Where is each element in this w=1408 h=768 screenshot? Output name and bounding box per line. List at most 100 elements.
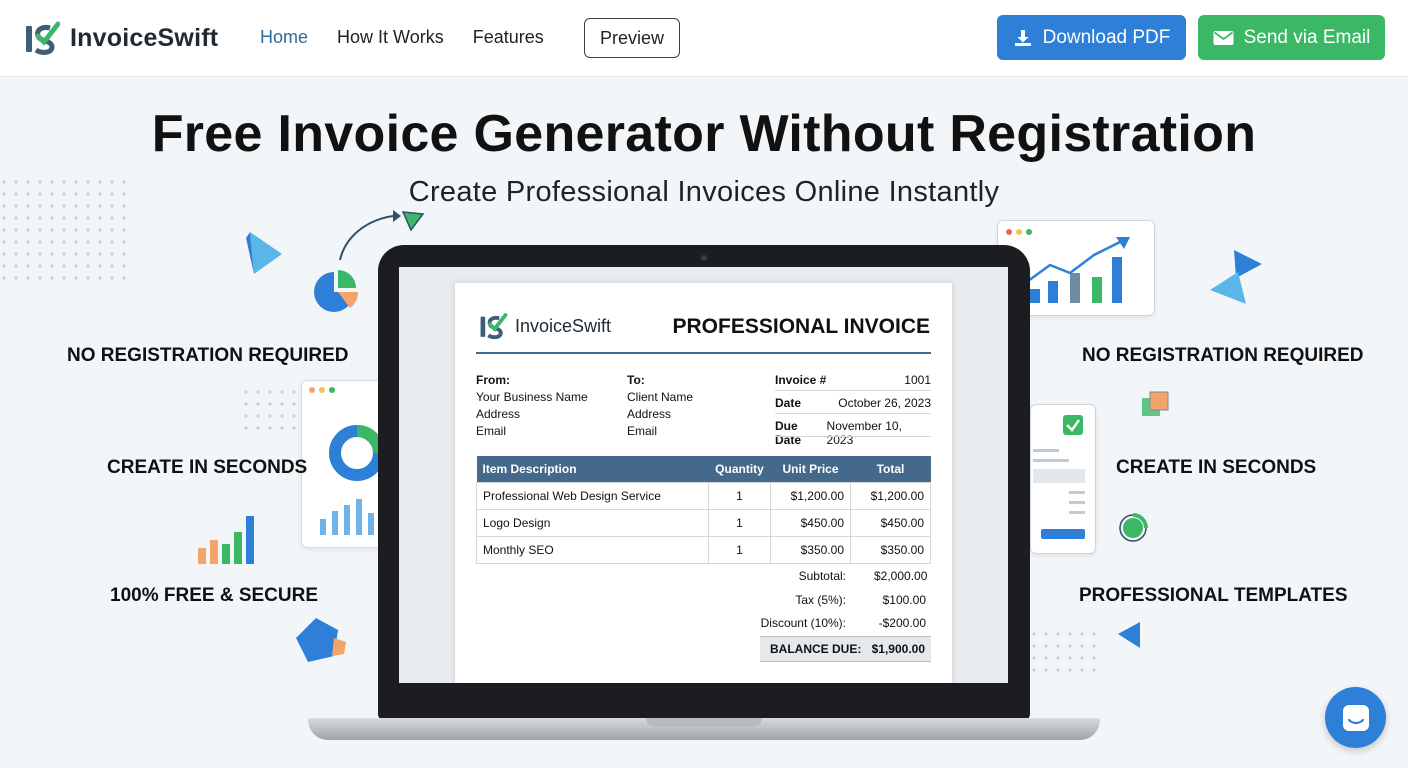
pie-chart-icon: [314, 270, 358, 312]
download-icon: [1014, 29, 1031, 46]
from-label: From:: [476, 373, 510, 387]
from-line: Email: [476, 424, 507, 438]
table-header-row: Item Description Quantity Unit Price Tot…: [476, 456, 931, 482]
decorative-triangle-icon: [1210, 250, 1262, 304]
bar-chart-icon: [198, 516, 254, 564]
total-value: $100.00: [882, 593, 926, 607]
send-email-button[interactable]: Send via Email: [1198, 15, 1385, 60]
feature-no-registration-right: NO REGISTRATION REQUIRED: [1082, 345, 1364, 366]
meta-divider: [775, 390, 931, 391]
invoice-header-rule: [476, 352, 931, 354]
invoice-logo: InvoiceSwift: [478, 312, 611, 340]
to-label: To:: [627, 373, 645, 387]
checklist-icon: [1033, 415, 1085, 539]
nav-features[interactable]: Features: [473, 27, 544, 48]
total-value: -$200.00: [878, 616, 926, 630]
feature-no-registration-left: NO REGISTRATION REQUIRED: [67, 345, 349, 366]
item-quantity: 1: [708, 481, 771, 510]
from-line: Your Business Name: [476, 390, 588, 404]
total-value: $2,000.00: [874, 569, 928, 583]
hero-subtitle: Create Professional Invoices Online Inst…: [408, 176, 1000, 208]
hero-title: Free Invoice Generator Without Registrat…: [151, 105, 1257, 163]
invoice-items-table: Item Description Quantity Unit Price Tot…: [476, 456, 931, 564]
balance-label: BALANCE DUE:: [770, 642, 862, 656]
to-line: Email: [627, 424, 658, 438]
total-label: Tax (5%):: [795, 593, 846, 607]
nav-how-it-works[interactable]: How It Works: [337, 27, 444, 48]
brand-name: InvoiceSwift: [70, 23, 219, 52]
meta-label: Date: [775, 396, 802, 410]
invoice-number-row: Invoice # 1001: [775, 373, 931, 387]
meta-value: 1001: [904, 373, 931, 387]
overlapping-squares-icon: [1142, 391, 1169, 416]
column-header: Unit Price: [770, 456, 851, 482]
nav-home[interactable]: Home: [260, 27, 308, 48]
chat-icon: [1342, 704, 1369, 731]
from-line: Address: [476, 407, 521, 421]
tax-row: Tax (5%): $100.00: [700, 593, 926, 607]
item-unit-price: $450.00: [770, 508, 851, 537]
meta-value: October 26, 2023: [838, 396, 931, 410]
item-total: $450.00: [850, 508, 931, 537]
meta-label: Invoice #: [775, 373, 827, 387]
decorative-dot-grid: [1030, 630, 1100, 680]
brand-logo[interactable]: InvoiceSwift: [24, 20, 218, 56]
item-quantity: 1: [708, 508, 771, 537]
to-line: Address: [627, 407, 672, 421]
column-header: Total: [850, 456, 931, 482]
envelope-icon: [1213, 30, 1234, 45]
invoiceswift-logo-icon: [480, 313, 508, 340]
download-pdf-label: Download PDF: [1042, 26, 1171, 48]
item-description: Professional Web Design Service: [476, 481, 709, 510]
item-total: $350.00: [850, 535, 931, 564]
feature-professional-templates: PROFESSIONAL TEMPLATES: [1079, 585, 1348, 606]
invoice-date-row: Date October 26, 2023: [775, 396, 931, 410]
feature-create-seconds-right: CREATE IN SECONDS: [1116, 457, 1317, 478]
item-total: $1,200.00: [850, 481, 931, 510]
main-nav: Home How It Works Features: [260, 27, 544, 48]
meta-value: November 10, 2023: [826, 419, 902, 447]
pentagon-shape-icon: [296, 618, 346, 662]
send-email-label: Send via Email: [1243, 26, 1371, 48]
to-line: Client Name: [627, 390, 694, 404]
laptop-notch: [646, 718, 762, 727]
feature-create-seconds-left: CREATE IN SECONDS: [107, 457, 308, 478]
feature-free-secure: 100% FREE & SECURE: [110, 585, 319, 606]
download-pdf-button[interactable]: Download PDF: [997, 15, 1186, 60]
item-description: Logo Design: [476, 508, 709, 537]
laptop-camera: [701, 255, 707, 261]
column-header: Quantity: [708, 456, 771, 482]
meta-divider: [775, 436, 931, 437]
meta-label: Due Date: [775, 419, 802, 447]
invoice-brand-name: InvoiceSwift: [515, 315, 612, 336]
balance-value: $1,900.00: [871, 642, 925, 656]
progress-ring-icon: [1119, 513, 1148, 542]
decorative-dot-grid: [242, 388, 302, 438]
decorative-triangle-icon: [1118, 622, 1140, 648]
column-header: Item Description: [476, 456, 709, 482]
table-row: Monthly SEO 1 $350.00 $350.00: [476, 535, 931, 564]
table-row: Professional Web Design Service 1 $1,200…: [476, 481, 931, 510]
decorative-dot-grid: [0, 178, 130, 288]
chat-widget-button[interactable]: [1325, 687, 1386, 748]
subtotal-row: Subtotal: $2,000.00: [700, 569, 928, 583]
discount-row: Discount (10%): -$200.00: [700, 616, 926, 630]
item-unit-price: $1,200.00: [770, 481, 851, 510]
item-unit-price: $350.00: [770, 535, 851, 564]
checklist-card: [1030, 404, 1096, 554]
invoice-title: PROFESSIONAL INVOICE: [672, 315, 931, 338]
meta-divider: [775, 413, 931, 414]
total-label: Discount (10%):: [760, 616, 846, 630]
table-row: Logo Design 1 $450.00 $450.00: [476, 508, 931, 537]
item-quantity: 1: [708, 535, 771, 564]
decorative-triangle-icon: [246, 232, 282, 274]
item-description: Monthly SEO: [476, 535, 709, 564]
invoice-from-block: From: Your Business Name Address Email: [476, 372, 588, 440]
invoice-to-block: To: Client Name Address Email: [627, 372, 693, 440]
balance-due-row: BALANCE DUE: $1,900.00: [760, 636, 931, 662]
preview-button[interactable]: Preview: [584, 18, 680, 58]
total-label: Subtotal:: [798, 569, 846, 583]
invoiceswift-logo-icon: [26, 21, 60, 55]
top-nav-bar: InvoiceSwift Home How It Works Features …: [0, 0, 1408, 77]
invoice-due-date-row: Due Date November 10, 2023: [775, 419, 931, 447]
